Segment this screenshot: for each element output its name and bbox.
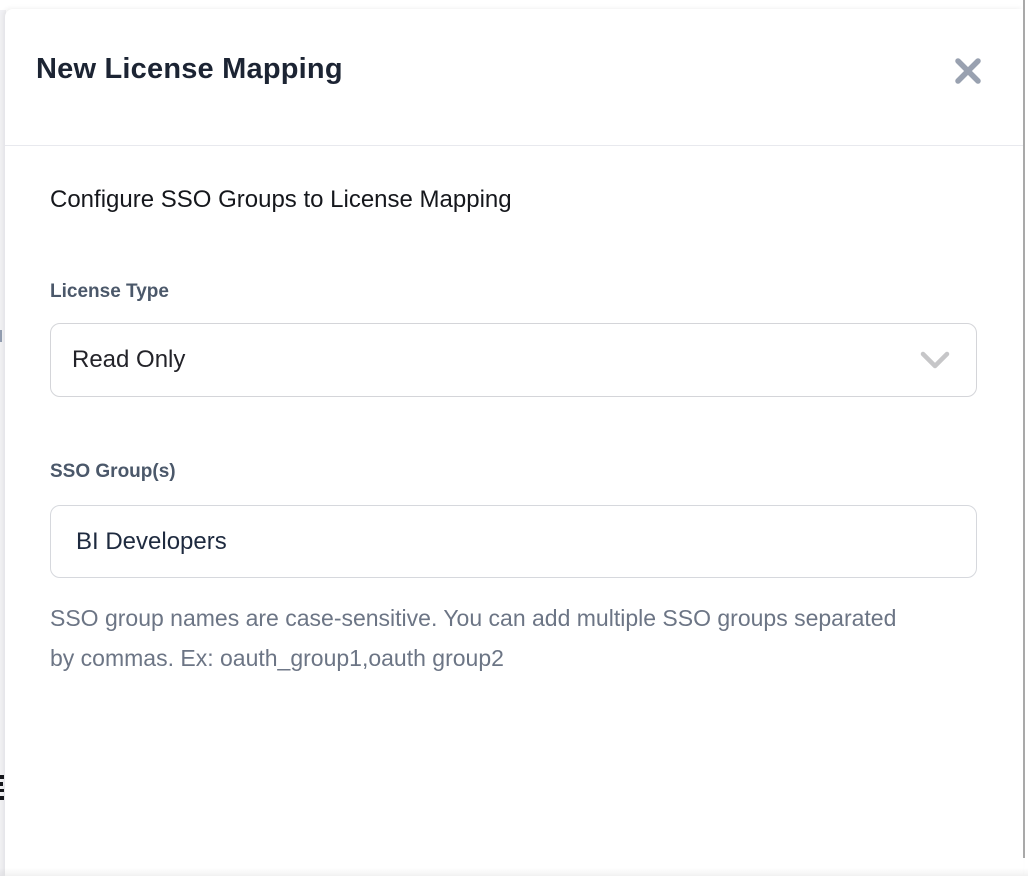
modal-title: New License Mapping — [36, 53, 343, 86]
modal-subtitle: Configure SSO Groups to License Mapping — [50, 186, 512, 214]
license-type-select[interactable]: Read Only — [50, 323, 977, 397]
sso-groups-help-text: SSO group names are case-sensitive. You … — [50, 598, 900, 678]
sso-groups-label: SSO Group(s) — [50, 461, 176, 483]
page-content-fragment — [0, 330, 2, 342]
modal-header: New License Mapping — [5, 9, 1023, 145]
license-type-label: License Type — [50, 281, 169, 303]
page-content-fragment — [0, 796, 4, 800]
modal-bottom-edge — [0, 868, 1028, 876]
sso-groups-input[interactable] — [50, 505, 977, 578]
page-content-fragment — [0, 782, 3, 786]
header-divider — [5, 145, 1023, 146]
modal-right-edge — [1023, 0, 1025, 858]
close-icon — [953, 56, 983, 86]
page-content-fragment — [0, 775, 4, 779]
license-type-selected-value: Read Only — [72, 346, 920, 374]
new-license-mapping-modal: New License Mapping Configure SSO Groups… — [5, 9, 1023, 876]
chevron-down-icon — [920, 351, 950, 370]
page-content-fragment — [0, 789, 4, 792]
close-button[interactable] — [947, 50, 989, 92]
